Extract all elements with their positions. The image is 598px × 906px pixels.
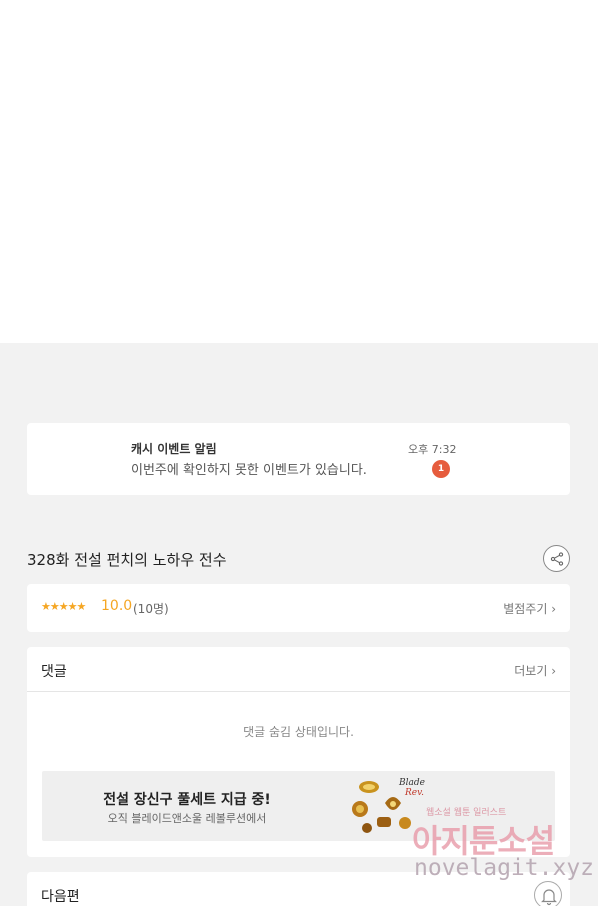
comments-more-button[interactable]: 더보기 ›: [514, 662, 556, 679]
site-watermark: 웹소설 웹툰 일러스트 아지툰소설 novelagit.xyz: [412, 800, 598, 890]
rating-stars: ★★★★★: [41, 600, 86, 613]
banner-subtitle: 오직 블레이드앤소울 레볼루션에서: [107, 812, 267, 825]
rating-score: 10.0: [101, 598, 133, 614]
next-episode-label: 다음편: [41, 889, 80, 905]
comments-title: 댓글: [41, 664, 67, 680]
cash-event-notice[interactable]: 캐시 이벤트 알림 오후 7:32 이번주에 확인하지 못한 이벤트가 있습니다…: [27, 423, 570, 495]
svg-text:Blade: Blade: [398, 778, 425, 788]
content-area: [0, 0, 598, 343]
comments-hidden-message: 댓글 숨김 상태입니다.: [243, 725, 354, 739]
episode-title: 328화 전설 펀치의 노하우 전수: [27, 551, 227, 569]
rating-bar: ★★★★★ 10.0 (10명) 별점주기 ›: [27, 584, 570, 632]
notice-title: 캐시 이벤트 알림: [131, 442, 217, 456]
comments-header: 댓글 더보기 ›: [27, 647, 570, 692]
rating-count: (10명): [133, 602, 169, 616]
share-button[interactable]: [543, 545, 570, 572]
watermark-url: novelagit.xyz: [414, 855, 595, 881]
notice-time: 오후 7:32: [408, 443, 457, 456]
svg-text:Rev.: Rev.: [404, 788, 424, 798]
share-icon: [550, 552, 564, 566]
rate-button[interactable]: 별점주기 ›: [503, 600, 556, 617]
banner-title: 전설 장신구 풀세트 지급 중!: [103, 792, 271, 808]
notice-message: 이번주에 확인하지 못한 이벤트가 있습니다.: [131, 463, 367, 478]
notice-badge: 1: [432, 460, 450, 478]
